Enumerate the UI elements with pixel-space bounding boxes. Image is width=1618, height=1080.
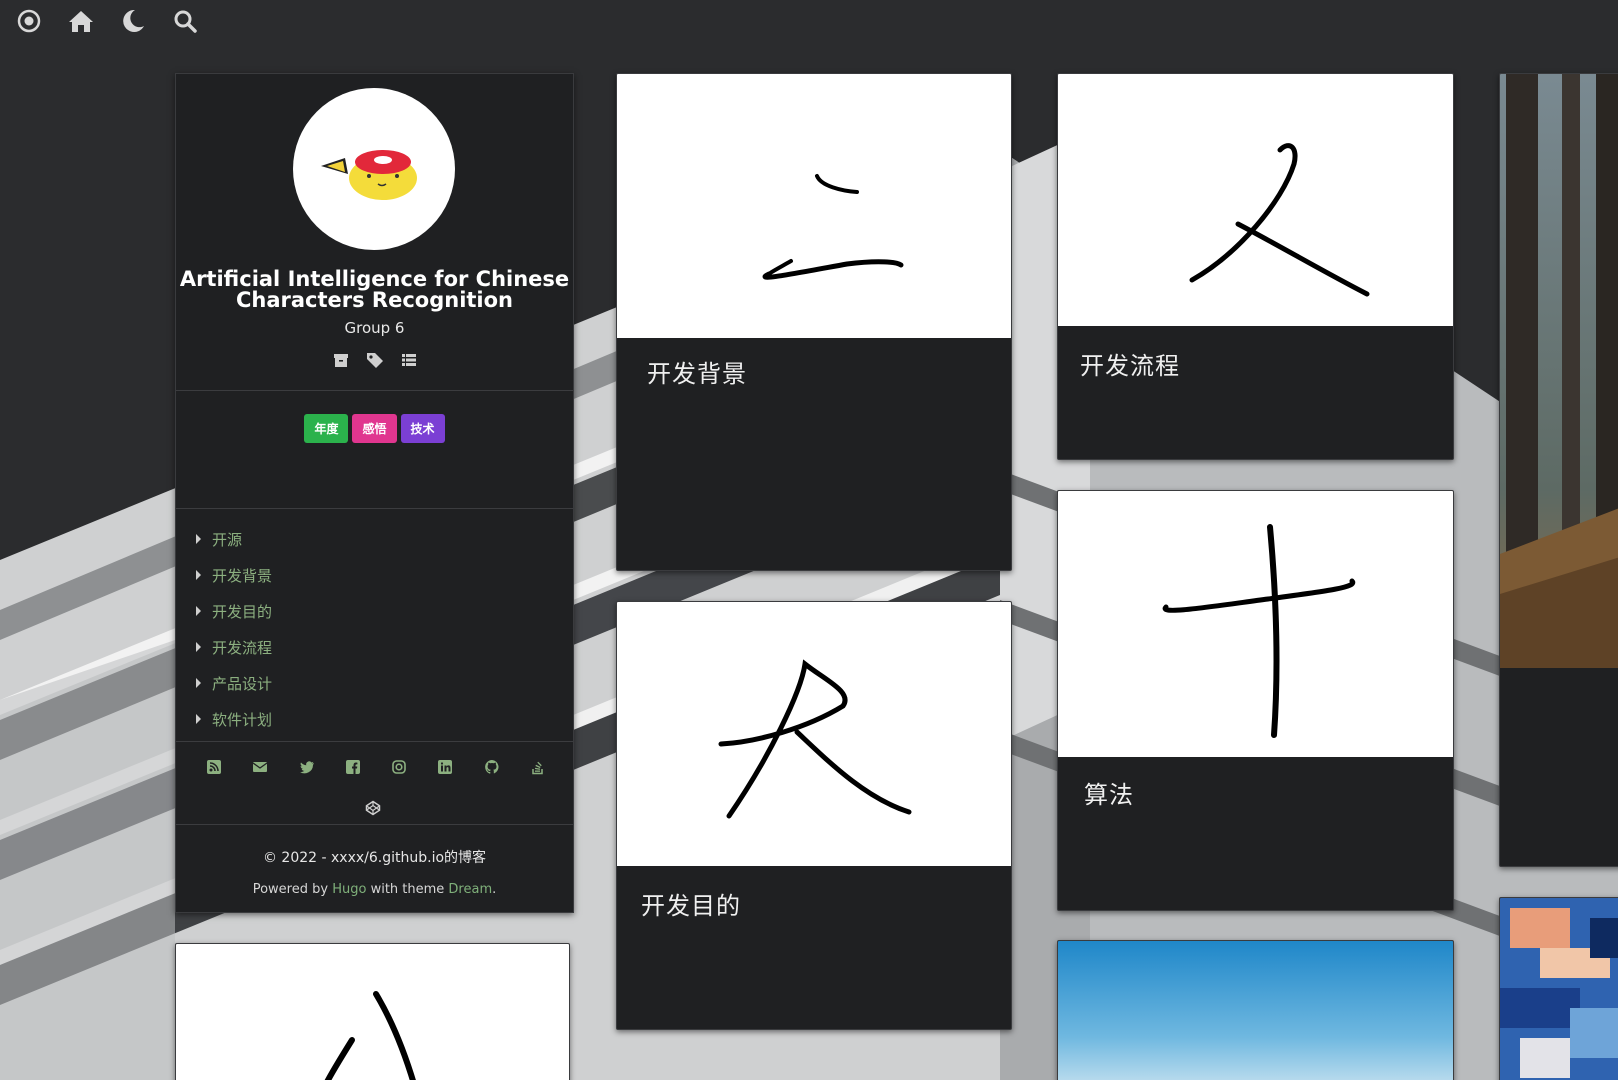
powered-mid: with theme bbox=[366, 882, 449, 897]
handwritten-glyph-ba bbox=[324, 991, 416, 1080]
menu-item-software-plan[interactable]: 软件计划 bbox=[196, 701, 272, 737]
target-icon[interactable] bbox=[16, 8, 42, 34]
caret-icon bbox=[196, 534, 201, 544]
post-title[interactable]: 开发流程 bbox=[1080, 346, 1180, 381]
post-card-algorithm[interactable]: 算法 bbox=[1057, 490, 1454, 911]
divider bbox=[176, 508, 573, 509]
post-thumbnail bbox=[176, 944, 569, 1080]
post-thumbnail-sky bbox=[1058, 941, 1453, 1080]
menu-item-label: 开发流程 bbox=[212, 638, 273, 657]
powered-suffix: . bbox=[492, 882, 497, 897]
tag-annual[interactable]: 年度 bbox=[304, 414, 349, 443]
tag-list: 年度 感悟 技术 bbox=[176, 414, 573, 443]
post-card-background[interactable]: 开发背景 bbox=[616, 73, 1012, 571]
list-icon[interactable] bbox=[399, 350, 419, 370]
post-title[interactable]: 开发背景 bbox=[647, 354, 747, 389]
instagram-icon[interactable] bbox=[391, 759, 407, 775]
post-card-purpose[interactable]: 开发目的 bbox=[616, 601, 1012, 1030]
avatar[interactable] bbox=[293, 88, 455, 250]
stackoverflow-icon[interactable] bbox=[530, 759, 546, 775]
post-card-forest[interactable] bbox=[1499, 73, 1618, 867]
handwritten-glyph-da bbox=[718, 659, 912, 819]
moon-icon[interactable] bbox=[120, 8, 146, 34]
caret-icon bbox=[196, 678, 201, 688]
menu-item-product-design[interactable]: 产品设计 bbox=[196, 665, 272, 701]
handwritten-glyph-ru bbox=[1189, 143, 1370, 297]
post-thumbnail bbox=[1058, 74, 1453, 326]
menu-item-label: 开发背景 bbox=[212, 566, 273, 585]
post-card-sky[interactable] bbox=[1057, 940, 1454, 1080]
social-links bbox=[206, 759, 546, 775]
handwritten-glyph-er bbox=[762, 174, 904, 280]
codepen-icon[interactable] bbox=[365, 800, 381, 816]
tag-tech[interactable]: 技术 bbox=[400, 414, 445, 443]
search-icon[interactable] bbox=[172, 8, 198, 34]
tags-icon[interactable] bbox=[365, 350, 385, 370]
post-title[interactable]: 开发目的 bbox=[641, 886, 741, 921]
avatar-image bbox=[321, 150, 417, 200]
menu-item-purpose[interactable]: 开发目的 bbox=[196, 593, 272, 629]
sidebar-menu: 开源 开发背景 开发目的 开发流程 产品设计 软件计划 bbox=[196, 521, 272, 737]
hugo-link[interactable]: Hugo bbox=[332, 882, 366, 897]
profile-card: Artificial Intelligence for Chinese Char… bbox=[175, 73, 574, 913]
archive-icon[interactable] bbox=[331, 350, 351, 370]
caret-icon bbox=[196, 570, 201, 580]
top-nav bbox=[16, 6, 198, 36]
social-links-row2 bbox=[365, 800, 381, 816]
email-icon[interactable] bbox=[252, 759, 268, 775]
caret-icon bbox=[196, 606, 201, 616]
home-icon[interactable] bbox=[68, 8, 94, 34]
handwritten-glyph-shi bbox=[1162, 524, 1356, 738]
post-card-process[interactable]: 开发流程 bbox=[1057, 73, 1454, 460]
post-card-ba[interactable] bbox=[175, 943, 570, 1080]
rss-icon[interactable] bbox=[206, 759, 222, 775]
site-title-line1: Artificial Intelligence for Chinese bbox=[179, 267, 570, 291]
facebook-icon[interactable] bbox=[345, 759, 361, 775]
divider bbox=[176, 824, 573, 825]
powered-prefix: Powered by bbox=[252, 882, 333, 897]
caret-icon bbox=[196, 714, 201, 724]
copyright-text: © 2022 - xxxx/6.github.io的博客 bbox=[262, 850, 487, 866]
site-title-line2: Characters Recognition bbox=[235, 288, 514, 312]
post-title[interactable]: 算法 bbox=[1084, 775, 1134, 810]
menu-item-open-source[interactable]: 开源 bbox=[196, 521, 272, 557]
divider bbox=[176, 741, 573, 742]
linkedin-icon[interactable] bbox=[437, 759, 453, 775]
tag-insight[interactable]: 感悟 bbox=[352, 414, 397, 443]
post-thumbnail-painting bbox=[1500, 898, 1618, 1080]
dream-link[interactable]: Dream bbox=[448, 882, 492, 897]
powered-by-text: Powered by Hugo with theme Dream. bbox=[176, 882, 573, 897]
site-subtitle: Group 6 bbox=[344, 319, 405, 337]
caret-icon bbox=[196, 642, 201, 652]
post-card-painting[interactable] bbox=[1499, 897, 1618, 1080]
divider bbox=[176, 390, 573, 391]
menu-item-background[interactable]: 开发背景 bbox=[196, 557, 272, 593]
twitter-icon[interactable] bbox=[299, 759, 315, 775]
site-title: Artificial Intelligence for Chinese Char… bbox=[176, 269, 573, 311]
post-thumbnail bbox=[617, 74, 1011, 338]
post-thumbnail-forest bbox=[1500, 74, 1618, 668]
meta-icons bbox=[176, 350, 573, 370]
menu-item-label: 软件计划 bbox=[212, 710, 273, 729]
github-icon[interactable] bbox=[484, 759, 500, 775]
menu-item-label: 产品设计 bbox=[212, 674, 273, 693]
post-thumbnail bbox=[617, 602, 1011, 866]
menu-item-label: 开源 bbox=[212, 530, 243, 549]
menu-item-process[interactable]: 开发流程 bbox=[196, 629, 272, 665]
menu-item-label: 开发目的 bbox=[212, 602, 273, 621]
post-thumbnail bbox=[1058, 491, 1453, 757]
